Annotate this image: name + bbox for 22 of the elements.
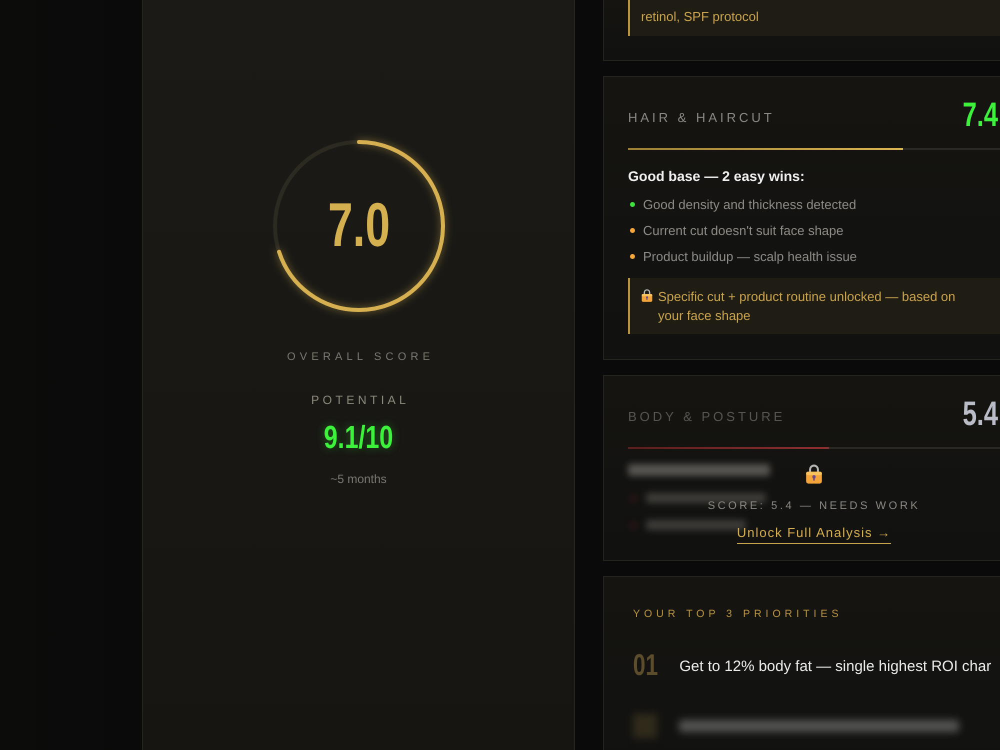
finding-text: Good density and thickness detected [643, 196, 856, 212]
category-score: 7.4 [962, 96, 999, 134]
finding-text: Current cut doesn't suit face shape [643, 222, 844, 238]
priorities-title: YOUR TOP 3 PRIORITIES [633, 607, 844, 621]
category-title: BODY & POSTURE [628, 408, 786, 424]
potential-score: 9.1/10 [324, 419, 394, 455]
priority-number: 01 [633, 648, 658, 684]
overall-score-value: 7.0 [327, 195, 390, 257]
category-score: 5.4 [962, 395, 999, 433]
unlock-note-text: retinol, SPF protocol [641, 8, 759, 26]
finding-text: Product buildup — scalp health issue [643, 248, 857, 264]
lock-icon [805, 464, 823, 484]
category-headline: Good base — 2 easy wins: [628, 167, 806, 185]
overall-score-label: OVERALL SCORE [286, 350, 434, 364]
locked-score-label: SCORE: 5.4 — NEEDS WORK [708, 499, 920, 513]
lock-icon [641, 289, 653, 302]
unlock-note-text: Specific cut + product routine unlocked — based on your face shape [658, 288, 956, 325]
unlock-analysis-link[interactable]: Unlock Full Analysis → [736, 525, 892, 544]
category-title: HAIR & HAIRCUT [628, 110, 775, 124]
timeframe-text: ~5 months [330, 471, 387, 487]
potential-label: POTENTIAL [310, 393, 410, 407]
priority-text: Get to 12% body fat — single highest ROI char [679, 658, 992, 674]
